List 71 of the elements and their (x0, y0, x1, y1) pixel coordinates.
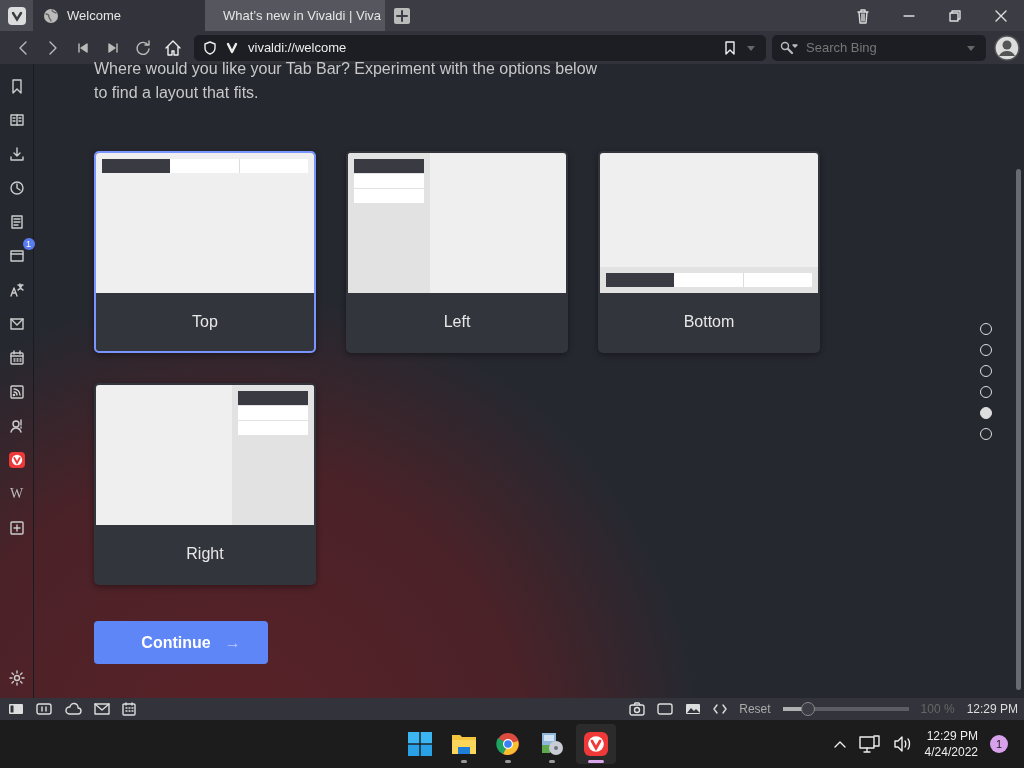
fast-forward-icon[interactable] (107, 41, 119, 54)
feed-icon[interactable] (8, 383, 25, 400)
profile-avatar-icon[interactable] (994, 34, 1020, 61)
reading-list-icon[interactable] (8, 111, 25, 128)
clock-text: 12:29 PM (966, 702, 1018, 716)
calendar-icon[interactable] (8, 349, 25, 366)
contacts-icon[interactable] (8, 417, 25, 434)
clock-icon[interactable] (8, 179, 25, 196)
new-tab-icon[interactable] (393, 6, 411, 25)
cloud-icon[interactable] (64, 702, 82, 716)
layout-option-card[interactable]: Left (346, 151, 568, 353)
layout-option-card[interactable]: Right (94, 383, 316, 585)
trash-icon[interactable] (856, 7, 870, 24)
v-logo-icon (226, 41, 238, 54)
search-field[interactable]: Search Bing (772, 34, 986, 61)
window-icon[interactable] (8, 247, 25, 264)
calendar-icon[interactable] (122, 702, 136, 716)
globe-icon (43, 7, 59, 24)
shield-icon (204, 40, 216, 55)
search-icon (780, 40, 798, 55)
layout-label: Right (185, 544, 225, 564)
vivaldi-logo-icon (584, 732, 608, 756)
wikipedia-icon[interactable]: W (9, 485, 24, 502)
installer-icon[interactable] (539, 731, 565, 757)
rewind-icon[interactable] (77, 41, 89, 54)
bookmark-icon[interactable] (724, 40, 736, 55)
layout-option-card[interactable]: Top (94, 151, 316, 353)
network-icon[interactable] (858, 734, 881, 754)
add-panel-icon[interactable] (8, 519, 25, 536)
reload-icon[interactable] (135, 39, 151, 56)
intro-text: Where would you like your Tab Bar? Experiment with the options below to find a layout that fits. (94, 59, 599, 103)
chrome-icon[interactable] (496, 732, 520, 756)
home-icon[interactable] (164, 38, 182, 57)
vivaldi-menu-icon[interactable] (7, 6, 26, 25)
address-field[interactable]: vivaldi://welcome (194, 34, 766, 61)
translate-icon[interactable] (8, 281, 25, 298)
chevron-up-icon[interactable] (832, 739, 847, 749)
scrollbar-thumb[interactable] (1016, 169, 1021, 690)
back-icon[interactable] (17, 39, 29, 56)
settings-icon[interactable] (8, 670, 25, 686)
panel-toggle-icon[interactable] (8, 702, 24, 716)
download-icon[interactable] (8, 145, 25, 162)
code-icon[interactable] (713, 703, 728, 715)
notes-icon[interactable] (8, 213, 25, 230)
step-dot[interactable] (980, 406, 992, 419)
tab-tiling-icon[interactable] (36, 702, 52, 716)
layout-label: Bottom (682, 312, 736, 332)
layout-option-card[interactable]: Bottom (598, 151, 820, 353)
image-icon[interactable] (685, 702, 702, 716)
close-icon[interactable] (995, 9, 1007, 22)
browser-tab[interactable]: What’s new in Vivaldi | Viva (205, 0, 385, 31)
notification-badge[interactable]: 1 (990, 735, 1008, 753)
url-text: vivaldi://welcome (248, 40, 348, 55)
mail-icon[interactable] (8, 315, 25, 332)
forward-icon[interactable] (47, 39, 59, 56)
folder-icon[interactable] (451, 732, 477, 756)
volume-icon[interactable] (892, 735, 913, 753)
browser-tab[interactable]: Welcome (33, 0, 205, 31)
restore-icon[interactable] (949, 9, 961, 22)
taskbar-time[interactable]: 12:29 PM (926, 728, 978, 744)
count-badge: 1 (22, 238, 35, 250)
layout-label: Left (442, 312, 472, 332)
layout-label: Top (191, 312, 219, 332)
vivaldi-logo-icon (8, 451, 25, 468)
reset-zoom-button[interactable]: Reset (739, 702, 771, 716)
windows-start-icon[interactable] (408, 732, 432, 756)
mail-icon[interactable] (94, 702, 110, 716)
taskbar-app-button[interactable] (576, 724, 616, 764)
taskbar-date[interactable]: 4/24/2022 (924, 744, 978, 760)
page-tiling-icon[interactable] (657, 702, 674, 716)
camera-icon[interactable] (629, 702, 646, 716)
